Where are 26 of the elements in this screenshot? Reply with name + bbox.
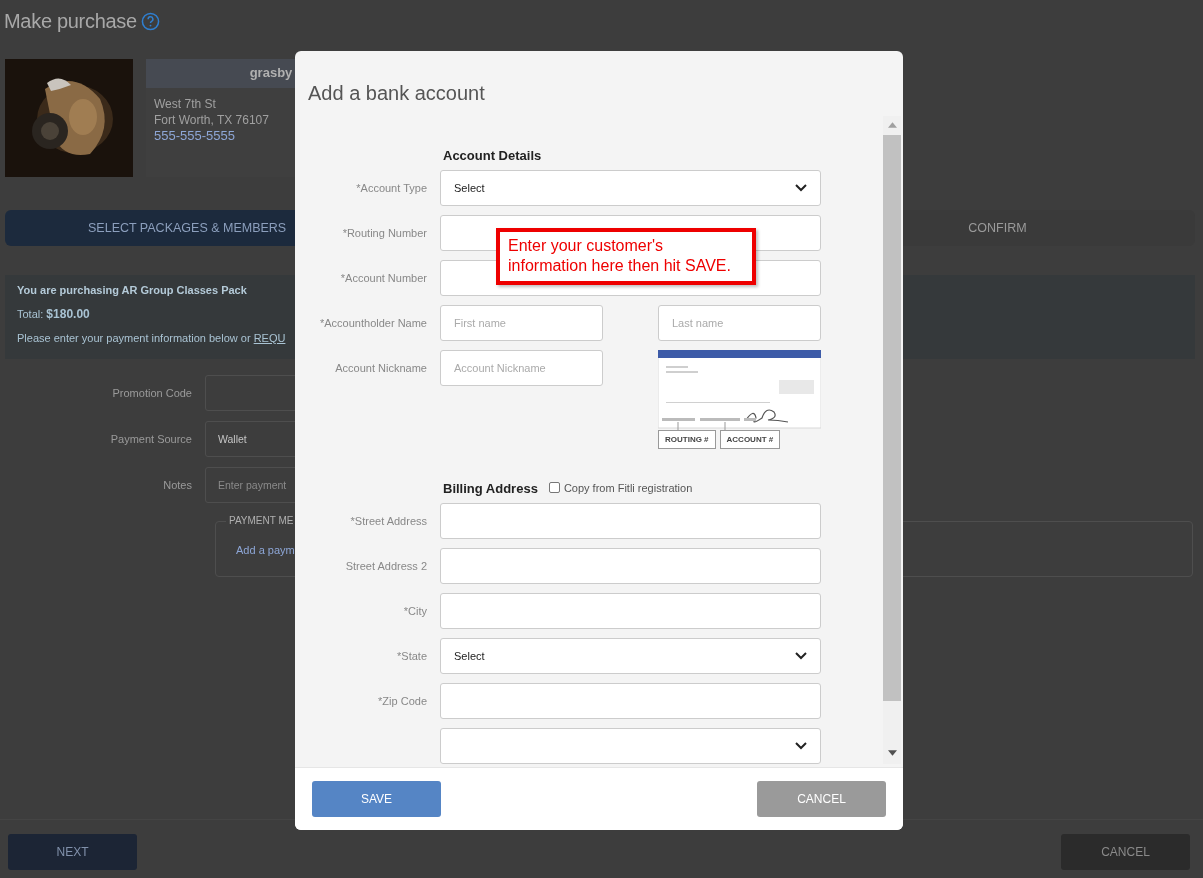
check-label: ACCOUNT #: [719, 430, 781, 449]
purchase-message: You are purchasing AR Group Classes Pack: [17, 284, 248, 296]
field-label: *Accountholder Name: [319, 316, 427, 331]
page-title: Make purchase: [4, 9, 137, 33]
field-label: *Account Number: [339, 271, 427, 286]
section-heading: Billing Address: [443, 481, 538, 496]
copy-label: Copy from Fitli registration: [563, 481, 693, 494]
field-label: Payment Source: [109, 433, 192, 445]
field-label: *City: [402, 604, 427, 619]
payment-note: Please enter your payment information below or: [17, 332, 251, 344]
field-label: Street Address 2: [344, 559, 427, 574]
payment-methods-legend: PAYMENT ME: [226, 515, 297, 526]
callout-tooltip: Enter your customer's information here then hit SAVE.: [496, 228, 756, 285]
address-line: West 7th St: [154, 96, 217, 112]
total-amount: $180.00: [46, 307, 90, 321]
section-heading: Account Details: [443, 148, 542, 163]
field-label: *Account Type: [355, 181, 427, 196]
field-label: *Zip Code: [377, 694, 427, 709]
total-label: Total:: [17, 308, 44, 320]
address-line: Fort Worth, TX 76107: [154, 112, 270, 128]
field-label: Notes: [162, 479, 192, 491]
field-label: *Street Address: [349, 514, 427, 529]
check-label: ROUTING #: [658, 430, 716, 449]
field-label: *State: [396, 649, 427, 664]
field-label: Promotion Code: [111, 387, 192, 399]
field-label: Account Nickname: [334, 361, 427, 376]
